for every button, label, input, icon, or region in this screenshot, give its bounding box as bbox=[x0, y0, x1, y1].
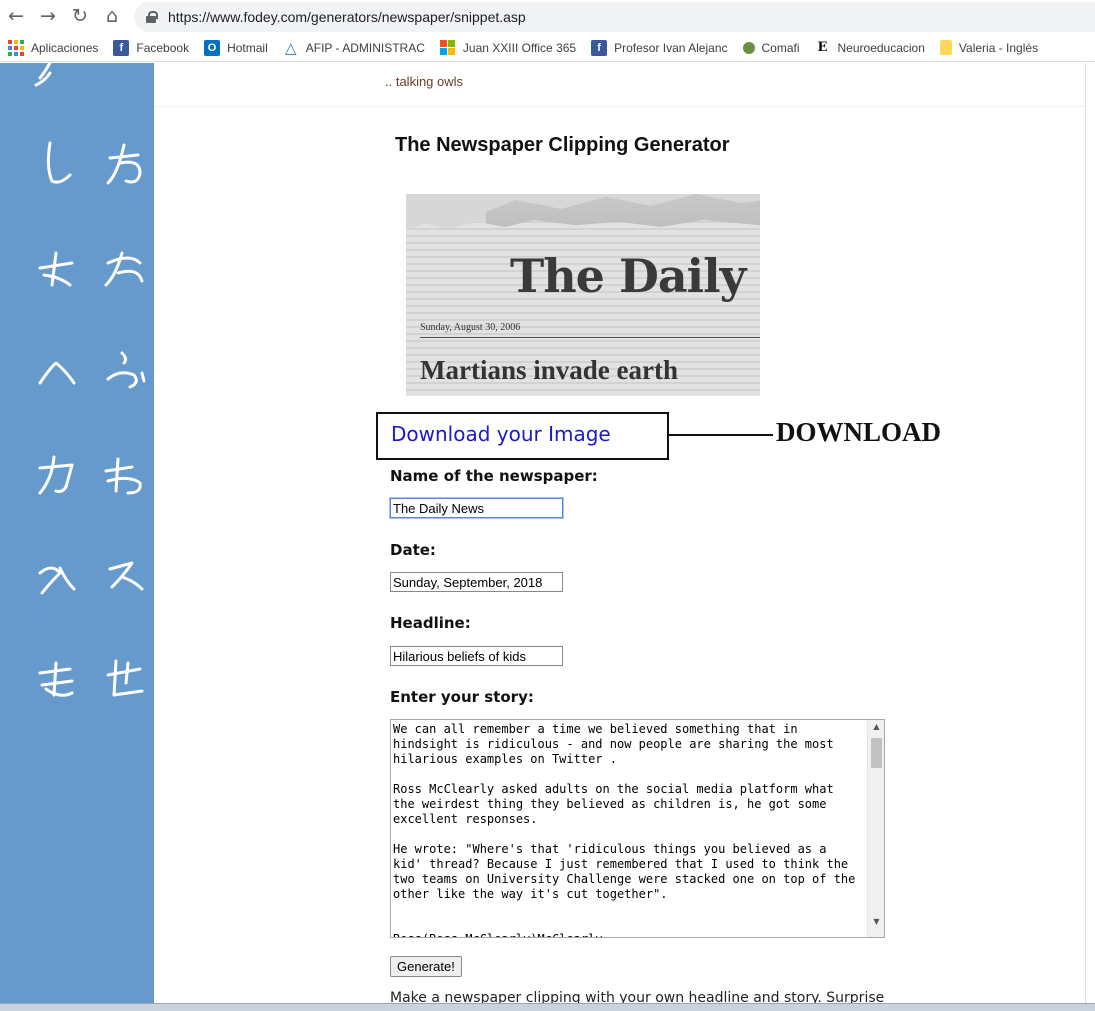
url-text: https://www.fodey.com/generators/newspap… bbox=[168, 9, 526, 25]
story-textarea[interactable]: We can all remember a time we believed s… bbox=[390, 719, 885, 938]
download-annotation-line bbox=[669, 434, 773, 436]
scroll-up-icon[interactable]: ▲ bbox=[868, 720, 884, 734]
glyph-decoration bbox=[38, 566, 76, 595]
download-image-link[interactable]: Download your Image bbox=[391, 422, 611, 446]
bookmark-label: Comafi bbox=[761, 40, 800, 55]
headline-input[interactable] bbox=[390, 646, 563, 666]
bookmark-apps[interactable]: Aplicaciones bbox=[8, 39, 99, 56]
newspaper-name-input[interactable] bbox=[389, 497, 564, 519]
taskbar bbox=[0, 1003, 1095, 1011]
glyph-decoration bbox=[108, 561, 144, 591]
bookmark-label: AFIP - ADMINISTRAC bbox=[305, 40, 425, 55]
bookmark-profesor[interactable]: f Profesor Ivan Alejanc bbox=[591, 39, 728, 56]
glyph-decoration bbox=[104, 457, 142, 495]
top-strip: .. talking owls bbox=[154, 63, 1085, 107]
newspaper-name-label: Name of the newspaper: bbox=[390, 467, 598, 485]
forward-arrow-icon[interactable]: → bbox=[36, 4, 60, 28]
glyph-decoration bbox=[106, 351, 146, 389]
back-arrow-icon[interactable]: ← bbox=[4, 4, 28, 28]
bookmark-label: Profesor Ivan Alejanc bbox=[614, 40, 728, 55]
facebook-icon: f bbox=[591, 39, 608, 56]
glyph-decoration bbox=[46, 141, 72, 184]
bookmark-label: Hotmail bbox=[227, 40, 268, 55]
page-title: The Newspaper Clipping Generator bbox=[395, 134, 730, 156]
afip-icon: △ bbox=[284, 39, 297, 57]
glyph-decoration bbox=[38, 455, 74, 495]
headline-label: Headline: bbox=[390, 614, 471, 632]
bookmark-label: Facebook bbox=[136, 40, 190, 55]
bookmark-afip[interactable]: △ AFIP - ADMINISTRAC bbox=[283, 39, 425, 57]
newspaper-clipping-image: The Daily N Sunday, August 30, 2006 Mart… bbox=[406, 194, 760, 396]
talking-owls-link[interactable]: .. talking owls bbox=[385, 74, 463, 89]
clipping-headline: Martians invade earth bbox=[420, 355, 678, 385]
home-icon[interactable]: ⌂ bbox=[100, 4, 124, 28]
microsoft-icon bbox=[440, 39, 456, 56]
folder-icon bbox=[939, 40, 952, 55]
download-box: Download your Image bbox=[376, 412, 669, 460]
clipping-masthead: The Daily N bbox=[510, 249, 760, 303]
apps-icon bbox=[8, 39, 24, 56]
story-text[interactable]: We can all remember a time we believed s… bbox=[393, 722, 865, 937]
scrollbar-thumb[interactable] bbox=[871, 738, 882, 768]
browser-toolbar: ← → ↻ ⌂ https://www.fodey.com/generators… bbox=[0, 0, 1095, 34]
bookmark-valeria[interactable]: Valeria - Inglés bbox=[939, 40, 1039, 55]
bookmark-facebook[interactable]: f Facebook bbox=[113, 39, 190, 56]
glyph-decoration bbox=[106, 659, 144, 697]
reload-icon[interactable]: ↻ bbox=[68, 4, 92, 28]
facebook-icon: f bbox=[113, 39, 130, 56]
story-label: Enter your story: bbox=[390, 688, 534, 706]
lock-icon bbox=[146, 11, 158, 23]
right-edge bbox=[1085, 63, 1095, 1003]
bookmark-office365[interactable]: Juan XXIII Office 365 bbox=[440, 39, 577, 56]
e-icon: E bbox=[817, 40, 828, 55]
clipping-date: Sunday, August 30, 2006 bbox=[420, 322, 521, 333]
glyph-decoration bbox=[38, 361, 76, 385]
story-scrollbar[interactable]: ▲ ▼ bbox=[867, 720, 884, 937]
glyph-decoration bbox=[38, 251, 74, 287]
decorative-sidebar bbox=[0, 63, 154, 1003]
glyph-decoration bbox=[104, 251, 144, 287]
calligraphy-decoration bbox=[34, 63, 146, 697]
bookmarks-bar: Aplicaciones f Facebook O Hotmail △ AFIP… bbox=[0, 34, 1095, 62]
glyph-decoration bbox=[106, 143, 142, 185]
glyph-decoration bbox=[38, 661, 74, 697]
bookmark-hotmail[interactable]: O Hotmail bbox=[204, 39, 268, 56]
download-annotation: DOWNLOAD bbox=[776, 417, 942, 447]
bookmark-label: Valeria - Inglés bbox=[958, 40, 1039, 55]
outlook-icon: O bbox=[204, 39, 221, 56]
date-input[interactable] bbox=[390, 572, 563, 592]
comafi-icon bbox=[742, 41, 755, 54]
description-text: Make a newspaper clipping with your own … bbox=[390, 990, 885, 1003]
generate-button[interactable]: Generate! bbox=[390, 956, 462, 977]
bookmark-label: Aplicaciones bbox=[31, 40, 99, 55]
bookmark-comafi[interactable]: Comafi bbox=[742, 40, 800, 55]
address-bar[interactable]: https://www.fodey.com/generators/newspap… bbox=[134, 2, 1095, 32]
bookmark-label: Neuroeducacion bbox=[837, 40, 925, 55]
bookmark-label: Juan XXIII Office 365 bbox=[462, 40, 577, 55]
date-label: Date: bbox=[390, 541, 436, 559]
glyph-decoration bbox=[34, 63, 52, 87]
bookmark-neuroeducacion[interactable]: E Neuroeducacion bbox=[815, 40, 925, 56]
page-content: .. talking owls The Newspaper Clipping G… bbox=[154, 63, 1085, 1003]
scroll-down-icon[interactable]: ▼ bbox=[868, 915, 884, 929]
clipping-rule bbox=[420, 337, 760, 338]
